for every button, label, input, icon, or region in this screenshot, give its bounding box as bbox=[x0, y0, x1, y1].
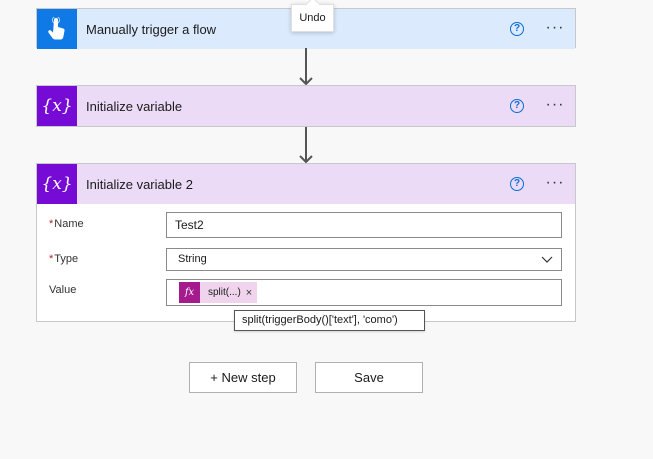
type-dropdown[interactable]: String bbox=[166, 248, 562, 271]
undo-tooltip[interactable]: Undo bbox=[291, 0, 334, 32]
remove-token-icon[interactable]: × bbox=[246, 287, 257, 299]
expression-token-text: split(...) bbox=[208, 287, 241, 298]
expression-tooltip: split(triggerBody()['text'], 'como') bbox=[234, 310, 425, 331]
type-label: *Type bbox=[49, 253, 78, 265]
type-label-text: Type bbox=[54, 253, 79, 265]
arrow-down-icon bbox=[299, 155, 313, 163]
arrow-down-icon bbox=[299, 77, 313, 85]
question-circle-icon[interactable]: ? bbox=[510, 99, 524, 113]
more-options-icon[interactable]: ··· bbox=[543, 20, 567, 36]
initialize-variable-title: Initialize variable bbox=[86, 98, 183, 114]
hand-touch-icon bbox=[37, 9, 77, 49]
new-step-button[interactable]: + New step bbox=[189, 362, 297, 393]
undo-label: Undo bbox=[299, 12, 326, 24]
required-mark: * bbox=[49, 253, 54, 265]
more-options-icon[interactable]: ··· bbox=[543, 97, 567, 113]
initialize-variable-2-header[interactable]: {x} Initialize variable 2 ? ··· bbox=[37, 164, 575, 204]
variable-braces-icon: {x} bbox=[37, 86, 77, 126]
initialize-variable-header[interactable]: {x} Initialize variable ? ··· bbox=[37, 86, 575, 126]
more-options-icon[interactable]: ··· bbox=[543, 175, 567, 191]
initialize-variable-2-title: Initialize variable 2 bbox=[86, 176, 193, 192]
name-label-text: Name bbox=[54, 218, 84, 230]
name-label: *Name bbox=[49, 218, 84, 230]
required-mark: * bbox=[49, 218, 54, 230]
question-circle-icon[interactable]: ? bbox=[510, 22, 524, 36]
undo-tooltip-beak bbox=[305, 0, 321, 12]
name-field[interactable]: Test2 bbox=[166, 212, 562, 238]
expression-token[interactable]: fx split(...) × bbox=[179, 282, 258, 303]
chevron-down-icon bbox=[541, 256, 553, 263]
type-dropdown-value: String bbox=[178, 253, 207, 265]
question-circle-icon[interactable]: ? bbox=[510, 177, 524, 191]
save-button[interactable]: Save bbox=[315, 362, 423, 393]
initialize-variable-2-card[interactable]: {x} Initialize variable 2 ? ··· *Name Te… bbox=[36, 163, 576, 322]
variable-braces-icon: {x} bbox=[37, 164, 77, 204]
value-label: Value bbox=[49, 284, 77, 296]
initialize-variable-card[interactable]: {x} Initialize variable ? ··· bbox=[36, 85, 576, 127]
function-fx-icon: fx bbox=[179, 282, 200, 303]
value-field[interactable]: fx split(...) × bbox=[166, 279, 562, 306]
